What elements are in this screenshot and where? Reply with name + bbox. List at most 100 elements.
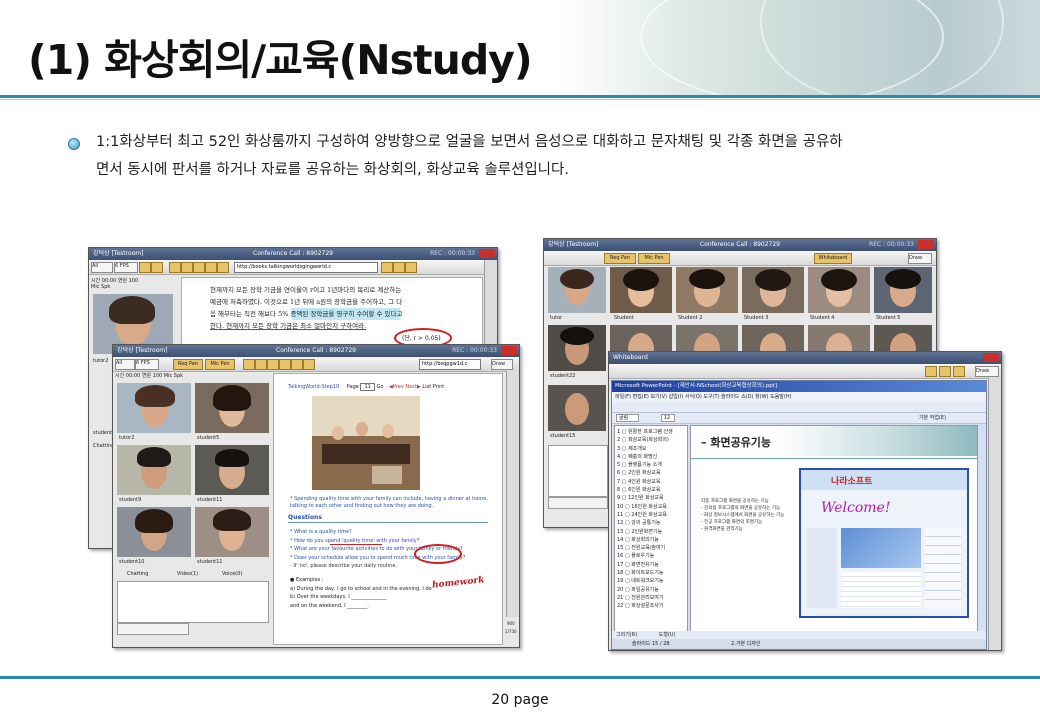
chat-format-bar[interactable]	[117, 623, 189, 635]
tool-icon[interactable]	[953, 366, 965, 377]
view-select[interactable]: All	[91, 262, 113, 273]
mic-pen-button[interactable]: Mic Pen	[638, 253, 670, 264]
questions-title: Questions	[288, 514, 322, 521]
tool-icon[interactable]	[267, 359, 279, 370]
tool-icon[interactable]	[405, 262, 417, 273]
draw-button[interactable]: Draw	[975, 366, 999, 377]
slide-bullet: - 화상 정보시스템에서 화면을 공유하는 기능	[701, 513, 785, 518]
url-input[interactable]: http://bsqpgw1d.c	[419, 359, 481, 370]
ppt-standard-toolbar[interactable]	[612, 402, 986, 413]
fps-select[interactable]: 6 FPS	[114, 262, 138, 273]
description-line: 1:1화상부터 최고 52인 화상룸까지 구성하여 양방향으로 얼굴을 보면서 …	[96, 134, 843, 150]
example-item: and on the weekend, I ________.	[290, 602, 369, 609]
tool-icon[interactable]	[181, 262, 193, 273]
menu-item[interactable]: 편집(E)	[633, 394, 649, 400]
outline-item[interactable]: 10 ▢ 16인원 화상교육	[617, 503, 687, 511]
menu-item[interactable]: 도움말(H)	[770, 394, 791, 400]
menu-item[interactable]: 보기(V)	[650, 394, 667, 400]
outline-item[interactable]: 8 ▢ 6인원 화상교육	[617, 486, 687, 494]
outline-item[interactable]: 7 ▢ 4인원 화상교육	[617, 478, 687, 486]
outline-item[interactable]: 4 ▢ 폐충의 화명신	[617, 453, 687, 461]
window-controls[interactable]	[983, 353, 999, 362]
fps-select[interactable]: 6 FPS	[135, 359, 159, 370]
window-controls[interactable]	[918, 240, 934, 249]
outline-item[interactable]: 16 ▢ 플로우기능	[617, 552, 687, 560]
go-button[interactable]: Go	[376, 384, 383, 390]
outline-item[interactable]: 11 ▢ 24인원 화상교육	[617, 511, 687, 519]
tool-icon[interactable]	[939, 366, 951, 377]
tab-voice[interactable]: Voice(0)	[222, 571, 242, 577]
font-name-select[interactable]: 굴림	[616, 414, 640, 422]
bullet-icon	[68, 138, 80, 150]
annotation-underline	[330, 544, 382, 545]
menu-item[interactable]: 삽입(I)	[669, 394, 684, 400]
tool-icon[interactable]	[151, 262, 163, 273]
view-select[interactable]: All	[115, 359, 135, 370]
tool-icon[interactable]	[291, 359, 303, 370]
outline-item[interactable]: 21 ▢ 전원관리모여기	[617, 594, 687, 602]
outline-item[interactable]: 3 ▢ 제조개요	[617, 445, 687, 453]
footer-divider	[0, 676, 1040, 679]
menu-item[interactable]: 도구(T)	[703, 394, 719, 400]
url-input[interactable]: http://books.talkingworldsgingworld.c	[234, 262, 378, 273]
tool-icon[interactable]	[381, 262, 393, 273]
draw-menu[interactable]: 그리기(R)	[616, 632, 637, 638]
outline-item[interactable]: 6 ▢ 2인원 화상교육	[617, 469, 687, 477]
outline-item[interactable]: 5 ▢ 플랫폼기능 소개	[617, 461, 687, 469]
outline-item[interactable]: 12 ▢ 강의 공통기능	[617, 519, 687, 527]
side-tool-strip[interactable]	[506, 371, 519, 617]
tool-icon[interactable]	[217, 262, 229, 273]
window-titlebar: 강덕상 [Testroom] Conference Call : 8902729…	[113, 345, 519, 357]
list-link[interactable]: List	[422, 384, 431, 390]
tool-icon[interactable]	[393, 262, 405, 273]
page-input[interactable]: 11	[360, 383, 375, 391]
print-link[interactable]: Print	[433, 384, 445, 390]
whiteboard-button[interactable]: Whiteboard	[814, 253, 852, 264]
prev-next-links[interactable]: ◀Prev Next▶	[389, 384, 421, 390]
outline-item[interactable]: 1 ▢ 원활한 프로그램 선생	[617, 428, 687, 436]
tab-video[interactable]: Video(1)	[177, 571, 198, 577]
shapes-menu[interactable]: 도형(U)	[659, 632, 676, 638]
font-size-select[interactable]: 12	[660, 414, 676, 422]
video-label: Student 3	[744, 315, 769, 321]
outline-item[interactable]: 13 ▢ 2인원화면기능	[617, 528, 687, 536]
tool-icon[interactable]	[205, 262, 217, 273]
outline-item[interactable]: 15 ▢ 전원교육/참여기	[617, 544, 687, 552]
chat-area[interactable]	[117, 581, 269, 623]
outline-item[interactable]: 9 ▢ 12인원 화상교육	[617, 494, 687, 502]
draw-button[interactable]: Draw	[908, 253, 932, 264]
outline-item[interactable]: 18 ▢ 화이트보드기능	[617, 569, 687, 577]
outline-item[interactable]: 14 ▢ 화상회의기능	[617, 536, 687, 544]
req-pen-button[interactable]: Req Pen	[173, 359, 203, 370]
video-label: student	[93, 430, 113, 436]
tab-chatting[interactable]: Chatting	[127, 571, 148, 577]
side-tool-strip[interactable]	[988, 378, 1001, 650]
tool-icon[interactable]	[279, 359, 291, 370]
outline-item[interactable]: 2 ▢ 화상교육(화상회의)	[617, 436, 687, 444]
menu-item[interactable]: 서식(O)	[685, 394, 702, 400]
draw-button[interactable]: Draw	[491, 359, 513, 370]
menu-item[interactable]: 창(W)	[755, 394, 768, 400]
outline-item[interactable]: 17 ▢ 화면전유기능	[617, 561, 687, 569]
menu-item[interactable]: 슬라이드 쇼(D)	[721, 394, 753, 400]
chat-format-bar[interactable]	[548, 497, 608, 509]
window-controls[interactable]	[501, 346, 517, 355]
tool-icon[interactable]	[139, 262, 151, 273]
tool-icon[interactable]	[193, 262, 205, 273]
outline-item[interactable]: 20 ▢ 파일공유기능	[617, 586, 687, 594]
outline-item[interactable]: 19 ▢ 네트워크모기능	[617, 577, 687, 585]
mic-pen-button[interactable]: Mic Pen	[205, 359, 235, 370]
outline-item[interactable]: 22 ▢ 화상설문조사기	[617, 602, 687, 610]
menu-item[interactable]: 파일(F)	[615, 394, 631, 400]
tool-icon[interactable]	[243, 359, 255, 370]
tool-icon[interactable]	[303, 359, 315, 370]
design-label[interactable]: 기본 작업(E)	[919, 413, 946, 423]
window-controls[interactable]	[479, 249, 495, 258]
chat-area[interactable]	[548, 445, 608, 497]
description: 1:1화상부터 최고 52인 화상룸까지 구성하여 양방향으로 얼굴을 보면서 …	[96, 128, 996, 184]
tool-icon[interactable]	[169, 262, 181, 273]
toolbar: Draw	[609, 364, 1001, 379]
req-pen-button[interactable]: Req Pen	[604, 253, 636, 264]
tool-icon[interactable]	[925, 366, 937, 377]
tool-icon[interactable]	[255, 359, 267, 370]
